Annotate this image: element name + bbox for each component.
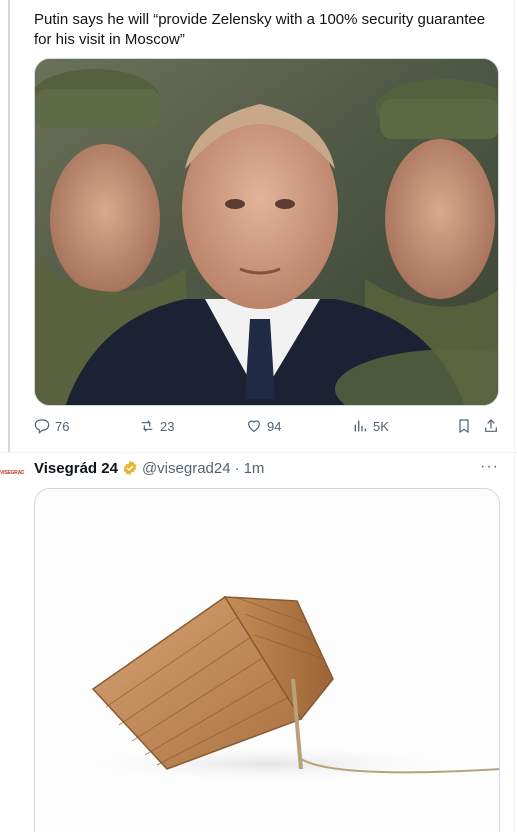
tweet-photo[interactable] [34,58,499,406]
reply-button[interactable]: 76 [34,418,69,434]
like-button[interactable]: 94 [246,418,281,434]
author-name[interactable]: Visegrád 24 [34,460,118,477]
tweet-actions: 76 23 94 5K [34,418,500,438]
column-border [514,0,515,832]
tweet-divider [0,452,517,453]
reply-icon [34,419,50,434]
share-icon [485,419,497,432]
views-button[interactable]: 5K [352,418,389,434]
photo-wooden-box-trap [35,489,499,832]
heart-icon [248,420,260,433]
views-count: 5K [373,418,389,434]
thread-line [8,0,10,452]
tweet-text: Putin says he will “provide Zelensky wit… [34,11,486,48]
bookmark-icon [459,419,469,434]
repost-icon [141,420,153,432]
avatar[interactable]: VISEGRAD24 [0,470,24,480]
views-icon [354,420,366,432]
repost-count: 23 [160,418,175,434]
separator: · [234,459,240,477]
reply-count: 76 [55,418,70,434]
photo-soldiers-portrait [35,59,498,405]
tweet-photo[interactable] [34,488,500,832]
repost-button[interactable]: 23 [139,418,174,434]
timeline: Putin says he will “provide Zelensky wit… [0,0,517,832]
tweet-text-container: Putin says he will “provide Zelensky wit… [34,10,500,50]
verified-badge-icon [123,460,137,476]
tweet-header: Visegrád 24 @visegrad24 · 1m [34,458,500,478]
like-count: 94 [267,418,282,434]
timestamp[interactable]: 1m [244,460,265,477]
bookmark-button[interactable] [456,418,472,434]
share-button[interactable] [483,418,499,434]
author-handle[interactable]: @visegrad24 [142,460,231,477]
more-options-button[interactable]: ··· [480,458,499,476]
